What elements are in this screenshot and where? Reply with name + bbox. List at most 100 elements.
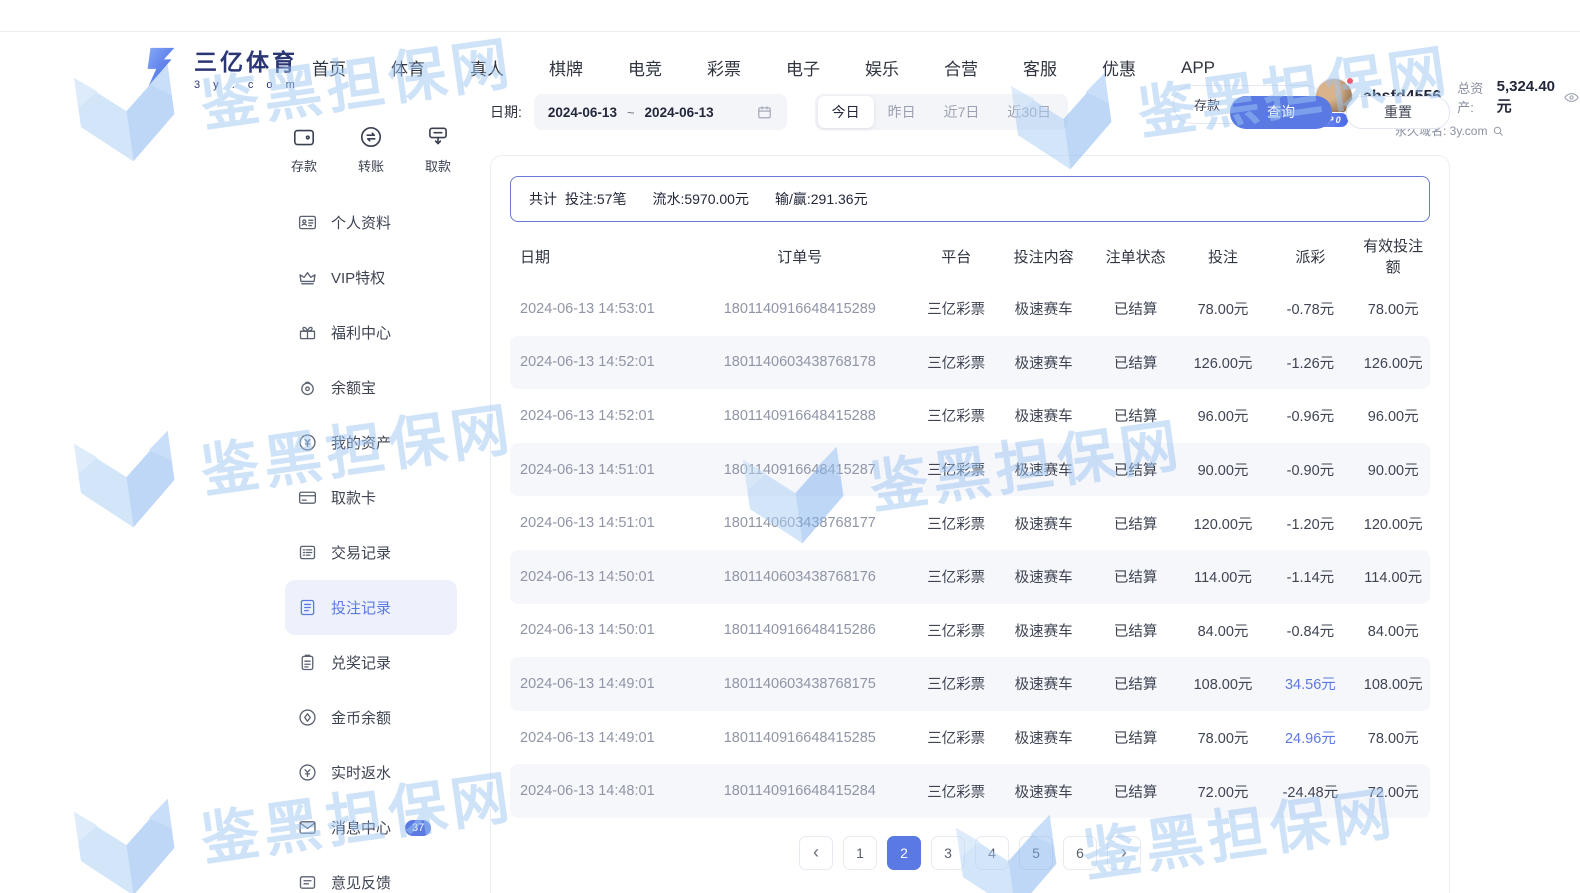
cell-content: 极速赛车 <box>998 727 1090 748</box>
pagination-prev-button[interactable]: ‹ <box>799 836 833 870</box>
date-to-value[interactable]: 2024-06-13 <box>645 105 714 120</box>
sidebar-item-5[interactable]: 我的资产 <box>285 415 457 470</box>
quick-range-1[interactable]: 今日 <box>818 96 874 128</box>
pagination-page-6[interactable]: 6 <box>1063 836 1097 870</box>
nav-item-12[interactable]: APP <box>1181 58 1215 78</box>
cell-status: 已结算 <box>1090 513 1182 534</box>
sidebar-item-6[interactable]: 取款卡 <box>285 470 457 525</box>
quick-action-label: 取款 <box>425 156 451 175</box>
pagination-page-5[interactable]: 5 <box>1019 836 1053 870</box>
col-date: 日期 <box>510 246 685 267</box>
main-nav: 首页 体育 真人 棋牌 电竞 彩票 电子 娱乐 合营 客服 优惠 APP <box>312 55 1260 80</box>
cell-valid: 78.00元 <box>1356 727 1430 748</box>
date-range-input[interactable]: 2024-06-13 ~ 2024-06-13 <box>534 94 787 130</box>
cell-bet: 78.00元 <box>1182 727 1265 748</box>
cell-bet: 96.00元 <box>1182 405 1265 426</box>
quick-action-1[interactable]: 存款 <box>291 124 317 175</box>
sidebar-item-4[interactable]: 余额宝 <box>285 360 457 415</box>
cell-date: 2024-06-13 14:52:01 <box>510 354 685 370</box>
summary-bar: 共计 投注:57笔 流水:5970.00元 输/赢:291.36元 <box>510 176 1430 222</box>
nav-item-5[interactable]: 电竞 <box>628 55 662 80</box>
quick-range-4[interactable]: 近30日 <box>993 96 1065 128</box>
cell-bet: 90.00元 <box>1182 459 1265 480</box>
eye-icon[interactable] <box>1563 89 1580 106</box>
cell-date: 2024-06-13 14:51:01 <box>510 515 685 531</box>
transfer-icon <box>358 124 384 150</box>
sidebar-item-10[interactable]: 金币余额 <box>285 690 457 745</box>
cell-bet: 72.00元 <box>1182 781 1265 802</box>
sidebar-item-label: 我的资产 <box>331 432 391 453</box>
feedback-icon <box>297 872 318 893</box>
cell-valid: 96.00元 <box>1356 405 1430 426</box>
cell-platform: 三亿彩票 <box>915 781 998 802</box>
nav-item-6[interactable]: 彩票 <box>707 55 741 80</box>
sidebar-item-3[interactable]: 福利中心 <box>285 305 457 360</box>
sidebar-menu: 个人资料VIP特权福利中心余额宝我的资产取款卡交易记录投注记录兑奖记录金币余额实… <box>285 195 457 893</box>
pagination-page-2[interactable]: 2 <box>887 836 921 870</box>
coin-icon <box>297 707 318 728</box>
nav-item-1[interactable]: 首页 <box>312 55 346 80</box>
col-bet: 投注 <box>1182 246 1265 267</box>
col-status: 注单状态 <box>1090 246 1182 267</box>
table-body: 2024-06-13 14:53:011801140916648415289三亿… <box>510 282 1430 818</box>
nav-item-7[interactable]: 电子 <box>786 55 820 80</box>
site-logo[interactable]: 三亿体育 3 y . c o m <box>138 43 300 91</box>
sidebar-item-11[interactable]: 实时返水 <box>285 745 457 800</box>
cell-status: 已结算 <box>1090 298 1182 319</box>
cell-platform: 三亿彩票 <box>915 405 998 426</box>
cell-status: 已结算 <box>1090 566 1182 587</box>
sidebar-item-label: 实时返水 <box>331 762 391 783</box>
nav-item-10[interactable]: 客服 <box>1023 55 1057 80</box>
sidebar-item-13[interactable]: 意见反馈 <box>285 855 457 893</box>
cell-platform: 三亿彩票 <box>915 727 998 748</box>
date-from-value[interactable]: 2024-06-13 <box>548 105 617 120</box>
sidebar-item-9[interactable]: 兑奖记录 <box>285 635 457 690</box>
pagination-page-1[interactable]: 1 <box>843 836 877 870</box>
date-separator: ~ <box>627 105 635 120</box>
pagination-page-3[interactable]: 3 <box>931 836 965 870</box>
cell-valid: 120.00元 <box>1356 513 1430 534</box>
nav-item-3[interactable]: 真人 <box>470 55 504 80</box>
sidebar-item-8[interactable]: 投注记录 <box>285 580 457 635</box>
cell-order: 1801140916648415289 <box>685 301 915 317</box>
cell-status: 已结算 <box>1090 727 1182 748</box>
filter-bar: 日期: 2024-06-13 ~ 2024-06-13 今日昨日近7日近30日 … <box>490 92 1450 132</box>
nav-item-4[interactable]: 棋牌 <box>549 55 583 80</box>
sidebar-item-7[interactable]: 交易记录 <box>285 525 457 580</box>
sidebar-item-2[interactable]: VIP特权 <box>285 250 457 305</box>
table-row: 2024-06-13 14:52:011801140603438768178三亿… <box>510 336 1430 390</box>
sidebar-item-12[interactable]: 消息中心37 <box>285 800 457 855</box>
table-row: 2024-06-13 14:48:011801140916648415284三亿… <box>510 764 1430 818</box>
quick-action-3[interactable]: 取款 <box>425 124 451 175</box>
quick-action-2[interactable]: 转账 <box>358 124 384 175</box>
pagination-page-4[interactable]: 4 <box>975 836 1009 870</box>
pagination-next-button[interactable]: › <box>1107 836 1141 870</box>
nav-item-9[interactable]: 合营 <box>944 55 978 80</box>
cell-status: 已结算 <box>1090 405 1182 426</box>
table-row: 2024-06-13 14:49:011801140603438768175三亿… <box>510 657 1430 711</box>
quick-range-3[interactable]: 近7日 <box>930 96 994 128</box>
summary-winloss: 输/赢:291.36元 <box>775 189 868 209</box>
cell-payout: -0.78元 <box>1264 298 1356 319</box>
summary-bets: 投注:57笔 <box>565 189 626 209</box>
search-button[interactable]: 查询 <box>1230 96 1332 129</box>
col-order: 订单号 <box>685 246 915 267</box>
nav-item-2[interactable]: 体育 <box>391 55 425 80</box>
reset-button[interactable]: 重置 <box>1346 96 1450 129</box>
nav-item-8[interactable]: 娱乐 <box>865 55 899 80</box>
summary-prefix: 共计 <box>529 189 557 209</box>
assets-value: 5,324.40元 <box>1497 78 1555 116</box>
cell-bet: 126.00元 <box>1182 352 1265 373</box>
cell-bet: 114.00元 <box>1182 566 1265 587</box>
savings-icon <box>297 377 318 398</box>
col-valid: 有效投注额 <box>1356 235 1430 277</box>
cell-order: 1801140916648415288 <box>685 408 915 424</box>
quick-action-label: 转账 <box>358 156 384 175</box>
cell-payout: -0.84元 <box>1264 620 1356 641</box>
cell-content: 极速赛车 <box>998 513 1090 534</box>
calendar-icon[interactable] <box>714 104 773 121</box>
quick-range-2[interactable]: 昨日 <box>874 96 930 128</box>
sidebar-item-1[interactable]: 个人资料 <box>285 195 457 250</box>
nav-item-11[interactable]: 优惠 <box>1102 55 1136 80</box>
search-icon[interactable] <box>1491 124 1505 138</box>
